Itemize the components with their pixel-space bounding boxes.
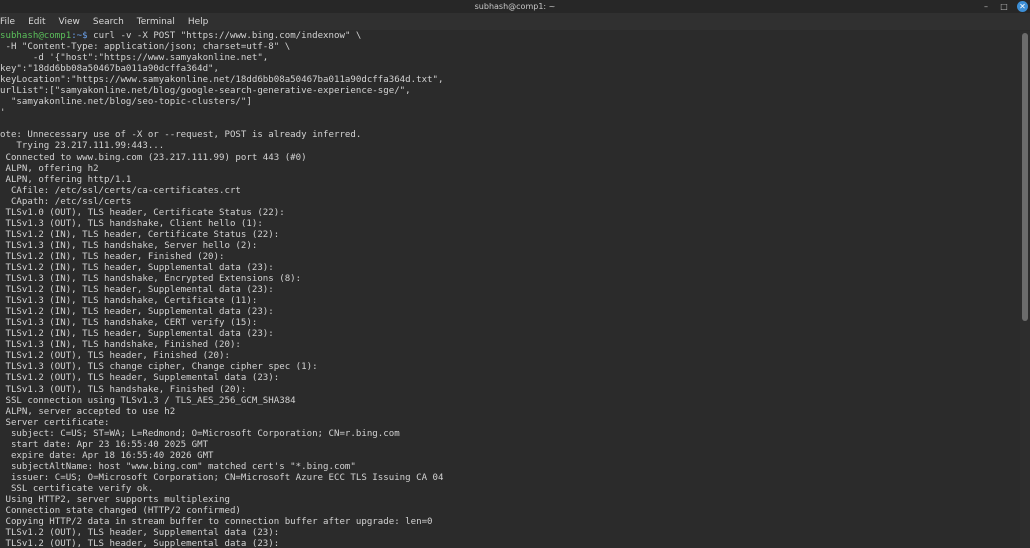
scrollbar-thumb[interactable]: [1022, 33, 1028, 321]
terminal-line: TLSv1.3 (OUT), TLS change cipher, Change…: [0, 362, 318, 373]
terminal-line: -H "Content-Type: application/json; char…: [0, 42, 291, 53]
terminal-line: subject: C=US; ST=WA; L=Redmond; O=Micro…: [0, 428, 400, 439]
terminal-output[interactable]: subhash@comp1:~$ curl -v -X POST "https:…: [0, 31, 1020, 548]
terminal-line: TLSv1.2 (IN), TLS header, Supplemental d…: [0, 285, 274, 296]
terminal-line: TLSv1.2 (OUT), TLS header, Supplemental …: [0, 539, 280, 548]
menu-view[interactable]: View: [59, 17, 84, 27]
terminal-line: TLSv1.2 (IN), TLS header, Finished (20):: [0, 251, 225, 262]
window-title: subhash@comp1: ~: [474, 2, 556, 11]
menu-help[interactable]: Help: [188, 17, 213, 27]
terminal-line: SSL connection using TLSv1.3 / TLS_AES_2…: [0, 395, 296, 406]
terminal-line: TLSv1.3 (IN), TLS handshake, Encrypted E…: [0, 274, 302, 285]
terminal-line: TLSv1.3 (IN), TLS handshake, Finished (2…: [0, 340, 241, 351]
terminal-line: TLSv1.2 (IN), TLS header, Supplemental d…: [0, 307, 274, 318]
terminal-line: ote: Unnecessary use of -X or --request,…: [0, 130, 362, 141]
terminal-line: Connected to www.bing.com (23.217.111.99…: [0, 152, 307, 163]
prompt-line: subhash@comp1:~$ curl -v -X POST "https:…: [0, 31, 1020, 42]
terminal-line: ALPN, server accepted to use h2: [0, 406, 176, 417]
terminal-line: keyLocation":"https://www.samyakonline.n…: [0, 75, 444, 86]
terminal-line: -d '{"host":"https://www.samyakonline.ne…: [0, 53, 269, 64]
terminal-line: TLSv1.3 (OUT), TLS handshake, Client hel…: [0, 218, 263, 229]
menu-terminal[interactable]: Terminal: [137, 17, 179, 27]
window-controls: – □ ✕: [981, 0, 1028, 13]
terminal-line: key":"18dd6bb08a50467ba011a90dcffa364d",: [0, 64, 219, 75]
close-button[interactable]: ✕: [1017, 1, 1028, 12]
terminal-line: ALPN, offering http/1.1: [0, 174, 132, 185]
terminal-line: Trying 23.217.111.99:443...: [0, 141, 165, 152]
terminal-line: Copying HTTP/2 data in stream buffer to …: [0, 517, 433, 528]
terminal-line: Using HTTP2, server supports multiplexin…: [0, 494, 230, 505]
prompt-path: :~$: [71, 31, 88, 41]
terminal-line: ': [0, 108, 6, 119]
terminal-line: SSL certificate verify ok.: [0, 483, 154, 494]
prompt-user: subhash@comp1: [0, 31, 72, 41]
terminal-line: expire date: Apr 18 16:55:40 2026 GMT: [0, 450, 214, 461]
menu-search[interactable]: Search: [93, 17, 128, 27]
menu-edit[interactable]: Edit: [28, 17, 49, 27]
window-titlebar[interactable]: subhash@comp1: ~ – □ ✕: [0, 0, 1030, 13]
terminal-line: ALPN, offering h2: [0, 163, 99, 174]
terminal-line: TLSv1.3 (IN), TLS handshake, CERT verify…: [0, 318, 258, 329]
terminal-line: TLSv1.3 (IN), TLS handshake, Certificate…: [0, 296, 258, 307]
terminal-line: TLSv1.2 (IN), TLS header, Supplemental d…: [0, 329, 274, 340]
menu-bar: File Edit View Search Terminal Help: [0, 13, 1030, 30]
terminal-line: TLSv1.2 (IN), TLS header, Supplemental d…: [0, 262, 274, 273]
maximize-button[interactable]: □: [999, 2, 1009, 12]
terminal-scrollbar[interactable]: [1020, 31, 1030, 548]
terminal-line: TLSv1.2 (OUT), TLS header, Finished (20)…: [0, 351, 230, 362]
terminal-line: TLSv1.2 (IN), TLS header, Certificate St…: [0, 229, 280, 240]
terminal-line: TLSv1.3 (OUT), TLS handshake, Finished (…: [0, 384, 247, 395]
terminal-line: issuer: C=US; O=Microsoft Corporation; C…: [0, 472, 444, 483]
menu-file[interactable]: File: [0, 17, 19, 27]
terminal-line: Server certificate:: [0, 417, 110, 428]
terminal-line: TLSv1.3 (IN), TLS handshake, Server hell…: [0, 240, 258, 251]
terminal-line: CApath: /etc/ssl/certs: [0, 196, 132, 207]
command-text: curl -v -X POST "https://www.bing.com/in…: [87, 31, 362, 41]
terminal-line: "samyakonline.net/blog/seo-topic-cluster…: [0, 97, 252, 108]
terminal-line: CAfile: /etc/ssl/certs/ca-certificates.c…: [0, 185, 241, 196]
terminal-line: Connection state changed (HTTP/2 confirm…: [0, 506, 241, 517]
terminal-line: start date: Apr 23 16:55:40 2025 GMT: [0, 439, 209, 450]
minimize-button[interactable]: –: [981, 2, 991, 12]
terminal-line: TLSv1.2 (OUT), TLS header, Supplemental …: [0, 528, 280, 539]
terminal-line: TLSv1.2 (OUT), TLS header, Supplemental …: [0, 373, 280, 384]
terminal-line: urlList":["samyakonline.net/blog/google-…: [0, 86, 411, 97]
terminal-line: TLSv1.0 (OUT), TLS header, Certificate S…: [0, 207, 285, 218]
terminal-line: subjectAltName: host "www.bing.com" matc…: [0, 461, 356, 472]
